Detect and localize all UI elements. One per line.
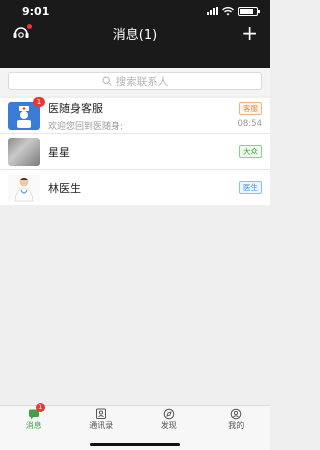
wifi-icon	[222, 6, 234, 15]
role-tag: 客服	[239, 102, 262, 115]
tab-label: 我的	[228, 421, 245, 430]
message-preview: 欢迎您回到医随身:	[48, 121, 124, 132]
tab-messages[interactable]: 1 消息	[0, 403, 68, 432]
page-title: 消息(1)	[112, 27, 158, 43]
tab-label: 通讯录	[89, 421, 114, 430]
message-row[interactable]: 星星 大众	[0, 134, 270, 170]
tab-profile[interactable]: 我的	[203, 406, 271, 432]
message-content: 星星	[48, 144, 239, 160]
contact-name: 医随身客服	[48, 101, 103, 115]
avatar	[8, 173, 40, 202]
tab-contacts[interactable]: 通讯录	[68, 406, 136, 432]
signal-icon	[207, 7, 218, 15]
role-tag: 大众	[239, 145, 262, 158]
message-meta: 医生	[239, 181, 262, 194]
status-icons	[207, 6, 260, 16]
status-time: 9:01	[22, 4, 50, 18]
role-tag: 医生	[239, 181, 262, 194]
message-content: 医随身客服 欢迎您回到医随身:	[48, 100, 238, 132]
message-list: 1 医随身客服 欢迎您回到医随身: 客服 08:54 星星 大众 林医生 医生	[0, 96, 270, 205]
tab-discover[interactable]: 发现	[135, 406, 203, 432]
unread-badge: 1	[33, 96, 45, 107]
tab-label: 消息	[25, 421, 42, 430]
message-meta: 大众	[239, 145, 262, 158]
contact-name: 星星	[48, 145, 70, 159]
tab-label: 发现	[160, 421, 177, 430]
search-input[interactable]: 搜索联系人	[8, 72, 262, 90]
message-meta: 客服 08:54	[237, 102, 263, 129]
contacts-icon	[96, 408, 107, 419]
top-bar: 9:01 消息(1) +	[0, 0, 270, 68]
tab-badge: 1	[35, 403, 45, 412]
battery-icon	[238, 6, 260, 16]
contact-name: 林医生	[48, 181, 81, 195]
status-bar: 9:01	[0, 0, 270, 22]
compass-icon	[163, 408, 175, 420]
profile-icon	[230, 408, 242, 420]
customer-service-icon[interactable]	[12, 24, 32, 41]
message-content: 林医生	[48, 180, 239, 196]
search-bar: 搜索联系人	[0, 68, 270, 96]
search-icon	[102, 76, 112, 86]
avatar	[8, 137, 40, 166]
home-indicator	[90, 443, 180, 446]
search-placeholder: 搜索联系人	[115, 75, 169, 88]
message-time: 08:54	[237, 119, 263, 129]
doctor-avatar-icon	[14, 177, 34, 201]
message-row[interactable]: 1 医随身客服 欢迎您回到医随身: 客服 08:54	[0, 96, 270, 134]
message-row[interactable]: 林医生 医生	[0, 170, 270, 205]
avatar: 1	[8, 96, 45, 130]
tab-bar: 1 消息 通讯录 发现 我的	[0, 403, 271, 432]
navbar: 消息(1) +	[0, 22, 270, 44]
bottom-safe-area	[0, 432, 270, 450]
notification-dot	[27, 24, 32, 29]
plus-icon[interactable]: +	[241, 22, 258, 44]
